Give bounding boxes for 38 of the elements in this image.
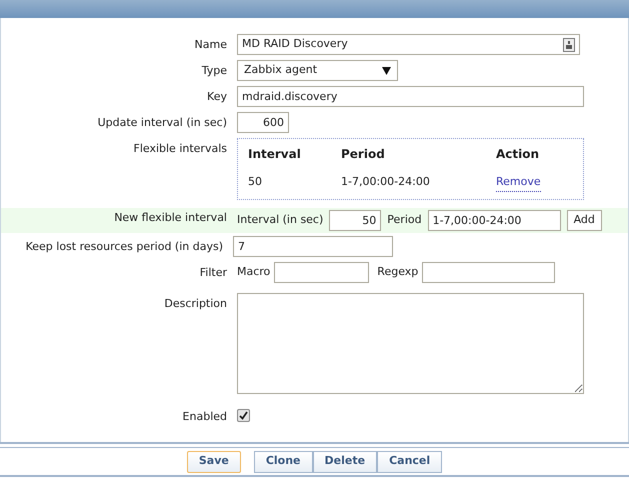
field-label: Filter	[200, 266, 227, 279]
input-field[interactable]: 50	[329, 210, 382, 231]
action-button[interactable]: Save	[186, 450, 241, 472]
field-label: Interval (in sec)	[237, 212, 324, 228]
field-label: Period	[387, 212, 422, 228]
field-label: Macro	[237, 264, 270, 280]
action-button[interactable]: Delete	[312, 450, 378, 472]
remove-link[interactable]: Remove	[496, 174, 541, 192]
column-header: Period	[341, 146, 386, 163]
field-label: Enabled	[182, 410, 227, 423]
field-label: Regexp	[377, 264, 418, 280]
table-cell-text: 50	[248, 174, 263, 190]
field-label: New flexible interval	[114, 211, 227, 224]
text-field-icon[interactable]	[563, 38, 575, 52]
field-label: Update interval (in sec)	[98, 116, 227, 129]
action-button[interactable]: Clone	[254, 450, 313, 472]
caret-icon	[382, 66, 391, 74]
enabled-checkbox[interactable]	[237, 409, 250, 422]
input-field[interactable]: 600	[237, 112, 289, 133]
field-label: Type	[202, 64, 227, 77]
column-header: Interval	[248, 146, 302, 163]
field-label: Keep lost resources period (in days)	[26, 240, 223, 253]
description-field[interactable]	[237, 293, 584, 394]
input-field[interactable]	[422, 262, 556, 283]
action-button[interactable]: Cancel	[377, 450, 442, 472]
input-field[interactable]: MD RAID Discovery	[237, 34, 580, 55]
add-button[interactable]: Add	[566, 210, 602, 231]
table-cell-text: 1-7,00:00-24:00	[341, 174, 431, 190]
field-label: Key	[207, 90, 227, 103]
input-field[interactable]: 1-7,00:00-24:00	[428, 210, 561, 231]
input-field[interactable]: mdraid.discovery	[237, 86, 584, 107]
field-label: Flexible intervals	[134, 142, 227, 155]
type-dropdown[interactable]: Zabbix agent	[237, 60, 398, 81]
input-field[interactable]: 7	[233, 236, 393, 257]
field-label: Description	[164, 297, 227, 310]
input-field[interactable]	[274, 262, 370, 283]
field-label: Name	[194, 38, 227, 51]
column-header: Action	[496, 146, 540, 163]
